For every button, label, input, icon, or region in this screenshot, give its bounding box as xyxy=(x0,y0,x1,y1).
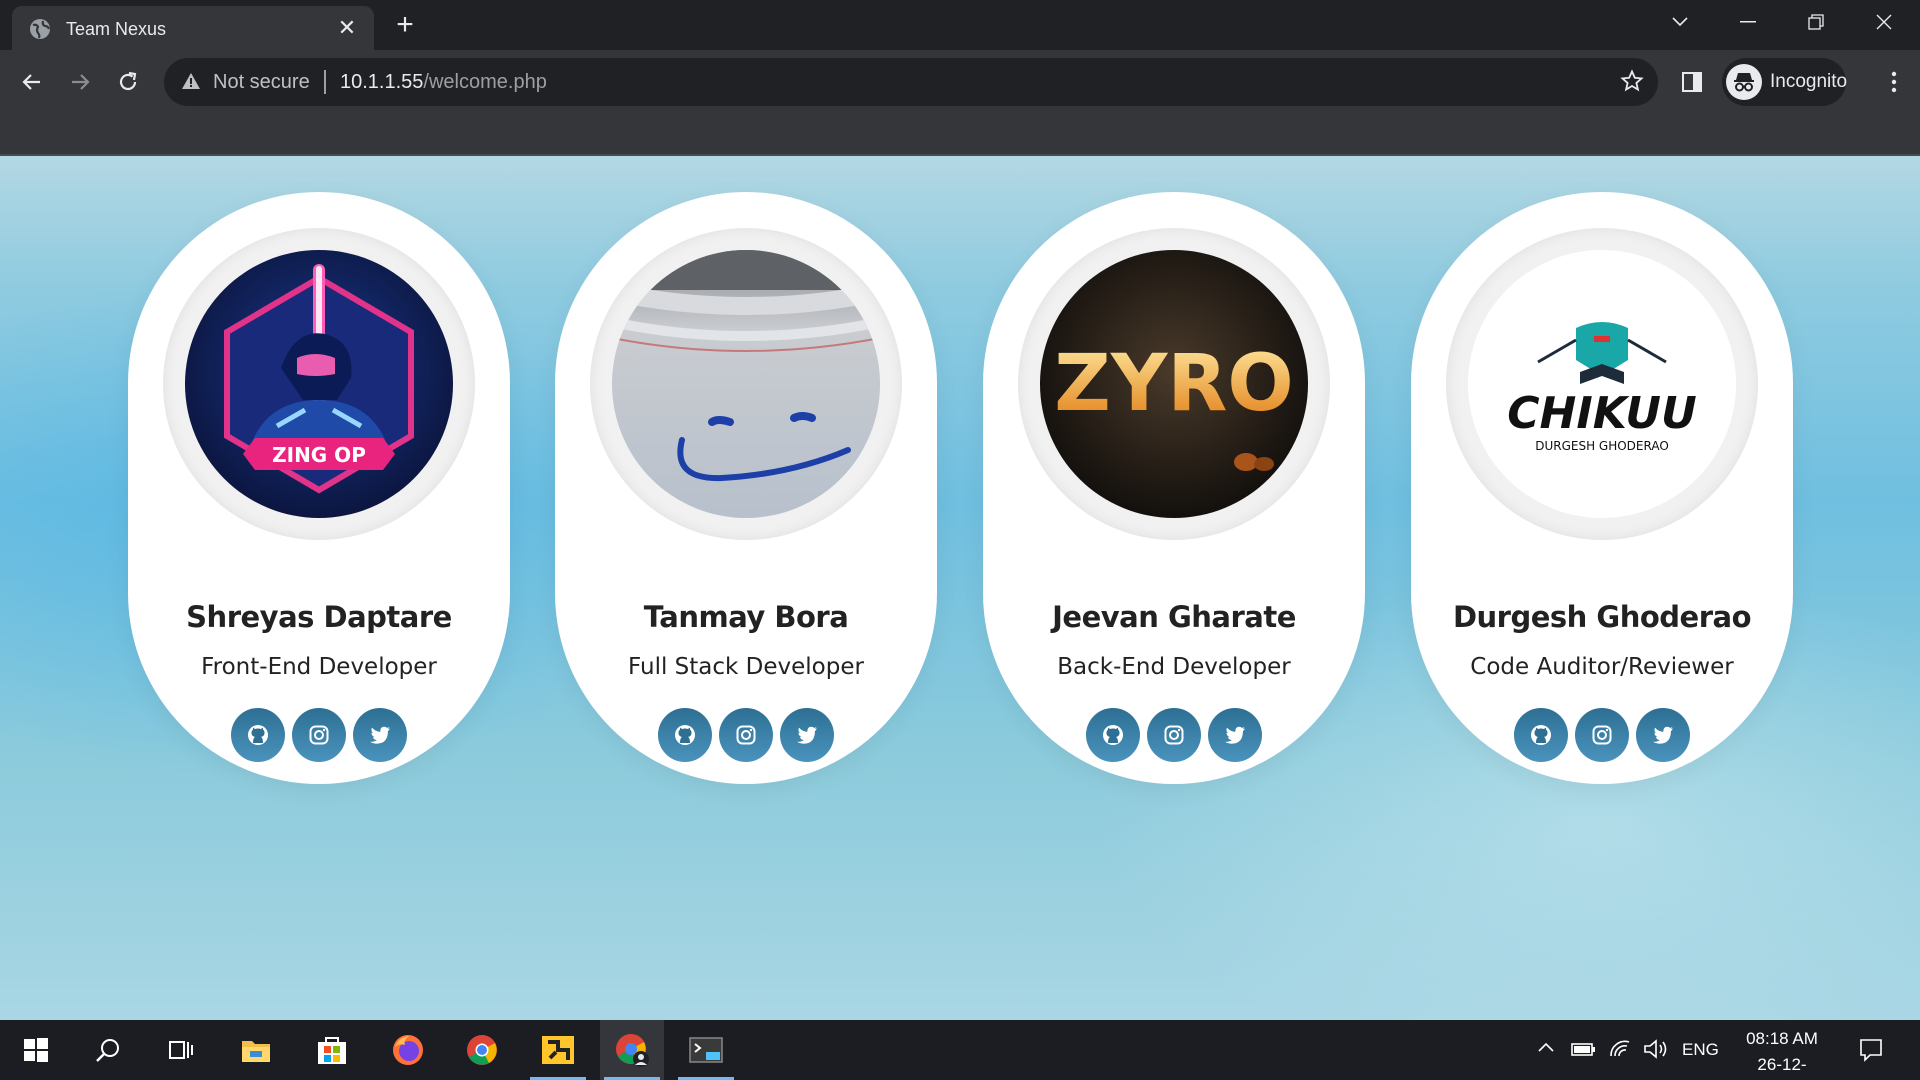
member-role: Back-End Developer xyxy=(1057,654,1291,680)
wifi-icon[interactable] xyxy=(1608,1038,1632,1065)
instagram-icon[interactable] xyxy=(1147,708,1201,762)
instagram-icon[interactable] xyxy=(719,708,773,762)
team-card: Tanmay Bora Full Stack Developer xyxy=(555,192,937,784)
clock-date: 26-12-2022 xyxy=(1757,1055,1807,1074)
language-indicator[interactable]: ENG xyxy=(1682,1040,1719,1060)
social-links xyxy=(1411,708,1793,762)
team-card: CHIKUU DURGESH GHODERAO Durgesh Ghoderao… xyxy=(1411,192,1793,784)
twitter-icon[interactable] xyxy=(780,708,834,762)
social-links xyxy=(555,708,937,762)
forward-arrow-icon[interactable] xyxy=(62,64,98,100)
avatar-logo-text: CHIKUU xyxy=(1507,388,1696,439)
tab-title: Team Nexus xyxy=(66,19,167,39)
avatar xyxy=(612,250,880,518)
github-icon[interactable] xyxy=(658,708,712,762)
avatar-logo-subtext: DURGESH GHODERAO xyxy=(1535,439,1669,453)
close-window-icon[interactable] xyxy=(1864,4,1904,40)
file-explorer-icon[interactable] xyxy=(224,1020,288,1080)
new-tab-button[interactable]: + xyxy=(390,10,420,40)
incognito-icon xyxy=(1726,64,1762,100)
team-card: ZING OP Shreyas Daptare Front-End Develo… xyxy=(128,192,510,784)
windows-taskbar: ENG 08:18 AM 26-12-2022 xyxy=(0,1020,1920,1080)
address-bar[interactable]: Not secure 10.1.1.55/welcome.php xyxy=(164,58,1658,106)
twitter-icon[interactable] xyxy=(353,708,407,762)
incognito-label: Incognito xyxy=(1770,71,1848,92)
avatar-frame: ZYRO xyxy=(1018,228,1330,540)
task-view-icon[interactable] xyxy=(148,1020,212,1080)
browser-tab-bar: Team Nexus ✕ + xyxy=(0,0,1920,50)
side-panel-icon[interactable] xyxy=(1674,64,1710,105)
browser-toolbar: Not secure 10.1.1.55/welcome.php Incogni… xyxy=(0,50,1920,156)
avatar-logo-text: ZING OP xyxy=(272,443,366,467)
member-name: Tanmay Bora xyxy=(643,600,849,634)
social-links xyxy=(128,708,510,762)
avatar-frame xyxy=(590,228,902,540)
member-role: Code Auditor/Reviewer xyxy=(1470,654,1734,680)
url-host: 10.1.1.55 xyxy=(340,71,424,93)
incognito-profile-button[interactable]: Incognito xyxy=(1722,58,1848,106)
address-url[interactable]: 10.1.1.55/welcome.php xyxy=(340,71,547,94)
avatar-logo-text: ZYRO xyxy=(1054,339,1293,429)
avatar: ZING OP xyxy=(185,250,453,518)
warning-triangle-icon[interactable] xyxy=(180,71,202,96)
clock-time: 08:18 AM xyxy=(1746,1029,1818,1048)
restore-icon[interactable] xyxy=(1796,4,1836,40)
sublime-merge-icon[interactable] xyxy=(526,1020,590,1080)
battery-icon[interactable] xyxy=(1570,1038,1596,1065)
github-icon[interactable] xyxy=(1514,708,1568,762)
terminal-preview-icon[interactable] xyxy=(674,1020,738,1080)
member-role: Front-End Developer xyxy=(201,654,437,680)
chevron-up-icon[interactable] xyxy=(1536,1038,1556,1063)
browser-tab[interactable]: Team Nexus ✕ xyxy=(12,6,374,50)
member-role: Full Stack Developer xyxy=(628,654,864,680)
avatar: ZYRO xyxy=(1040,250,1308,518)
minimize-icon[interactable] xyxy=(1728,4,1768,40)
firefox-icon[interactable] xyxy=(376,1020,440,1080)
social-links xyxy=(983,708,1365,762)
search-icon[interactable] xyxy=(76,1020,140,1080)
back-arrow-icon[interactable] xyxy=(14,64,50,100)
member-name: Jeevan Gharate xyxy=(1052,600,1296,634)
avatar-frame: ZING OP xyxy=(163,228,475,540)
twitter-icon[interactable] xyxy=(1208,708,1262,762)
close-tab-icon[interactable]: ✕ xyxy=(334,15,360,41)
chrome-icon[interactable] xyxy=(450,1020,514,1080)
page-viewport: ZING OP Shreyas Daptare Front-End Develo… xyxy=(0,156,1920,1020)
address-separator xyxy=(324,70,326,94)
reload-icon[interactable] xyxy=(110,64,146,100)
bookmark-star-icon[interactable] xyxy=(1620,69,1644,98)
avatar-frame: CHIKUU DURGESH GHODERAO xyxy=(1446,228,1758,540)
avatar: CHIKUU DURGESH GHODERAO xyxy=(1468,250,1736,518)
notification-center-icon[interactable] xyxy=(1858,1036,1884,1067)
clock[interactable]: 08:18 AM 26-12-2022 xyxy=(1740,1026,1824,1080)
tab-search-chevron-icon[interactable] xyxy=(1660,4,1700,40)
instagram-icon[interactable] xyxy=(292,708,346,762)
github-icon[interactable] xyxy=(1086,708,1140,762)
security-status-label[interactable]: Not secure xyxy=(213,71,310,94)
github-icon[interactable] xyxy=(231,708,285,762)
chrome-incognito-icon[interactable] xyxy=(600,1020,664,1080)
member-name: Durgesh Ghoderao xyxy=(1452,600,1752,634)
url-path: /welcome.php xyxy=(423,71,547,93)
member-name: Shreyas Daptare xyxy=(186,600,452,634)
speaker-icon[interactable] xyxy=(1642,1038,1668,1065)
instagram-icon[interactable] xyxy=(1575,708,1629,762)
team-card: ZYRO Jeevan Gharate Back-End Developer xyxy=(983,192,1365,784)
microsoft-store-icon[interactable] xyxy=(300,1020,364,1080)
globe-icon xyxy=(29,18,51,40)
twitter-icon[interactable] xyxy=(1636,708,1690,762)
kebab-menu-icon[interactable] xyxy=(1876,64,1912,105)
windows-start-icon[interactable] xyxy=(4,1020,68,1080)
